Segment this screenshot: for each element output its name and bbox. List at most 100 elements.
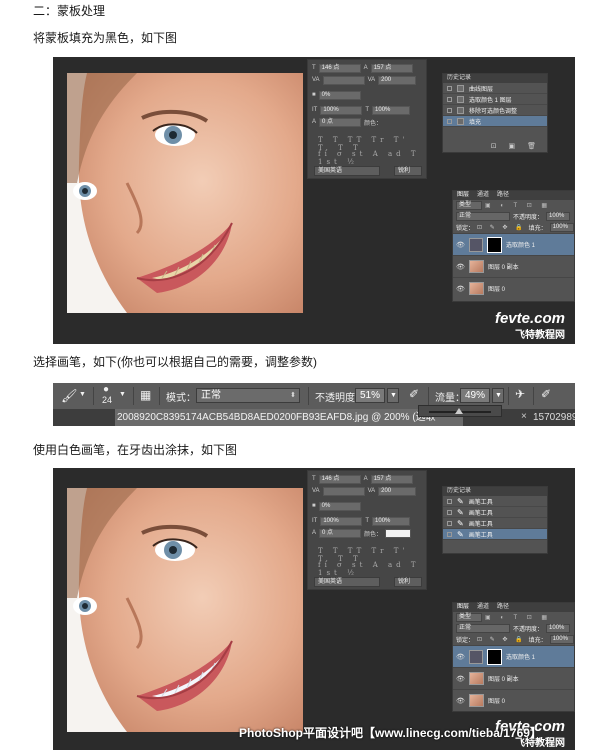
blend-mode-select[interactable]: 正常 [456, 212, 510, 221]
brush-preview-icon[interactable]: ● [103, 384, 109, 395]
tracking-field[interactable]: 200 [378, 75, 417, 85]
tracking-label: VA [312, 77, 320, 83]
hscale-icon: T [365, 518, 370, 524]
baseline-field[interactable]: 0% [318, 90, 361, 100]
eye-icon[interactable]: 👁 [456, 285, 465, 293]
history-item[interactable]: 曲线图层 [443, 83, 547, 94]
airbrush-icon[interactable]: ✈ [515, 387, 525, 401]
lock-icons[interactable]: ⊡ ✎ ✥ 🔒 [477, 224, 526, 231]
brush-tool-icon[interactable]: 🖌 [61, 388, 78, 404]
antialias-select[interactable]: 锐利 [394, 166, 422, 176]
flow-slider-popup[interactable] [418, 405, 502, 417]
close-icon[interactable]: × [521, 411, 527, 422]
filter-icons[interactable]: ▣ ◐ T ⊡ ▦ [485, 614, 551, 621]
language-select[interactable]: 美国英语 [314, 577, 380, 587]
layer-row[interactable]: 👁 图层 0 [453, 689, 574, 711]
leading-icon: A [363, 476, 368, 482]
history-footer-icons[interactable]: ⊡ ▣ 🗑 [491, 142, 541, 150]
history-item[interactable]: ✎ 画笔工具 [443, 496, 547, 507]
layer-icon [457, 95, 464, 103]
mode-select[interactable]: 正常 ⬍ [196, 388, 300, 403]
eye-icon[interactable]: 👁 [456, 263, 465, 271]
hscale-field[interactable]: 100% [372, 105, 411, 115]
baseline-icon: ■ [312, 503, 316, 509]
opacity-field[interactable]: 51% [355, 388, 385, 403]
layer-row[interactable]: 👁 图层 0 副本 [453, 255, 574, 277]
history-tab[interactable]: 历史记录 [443, 487, 547, 496]
vscale-field[interactable]: 100% [320, 105, 363, 115]
layer-row[interactable]: 👁 选取颜色 1 [453, 645, 574, 667]
layer-row[interactable]: 👁 图层 0 副本 [453, 667, 574, 689]
pressure-size-icon[interactable]: ✐ [541, 387, 551, 401]
font-size-field[interactable]: 146 点 [318, 474, 361, 484]
eye-icon[interactable]: 👁 [456, 241, 465, 249]
eye-icon[interactable]: 👁 [456, 697, 465, 705]
blend-mode-select[interactable]: 正常 [456, 624, 510, 633]
pressure-opacity-icon[interactable]: ✐ [409, 387, 419, 401]
layers-tabs[interactable]: 图层 通道 路径 [453, 191, 574, 200]
opacity-slider-button[interactable]: ▼ [387, 388, 399, 403]
layers-tabs[interactable]: 图层 通道 路径 [453, 603, 574, 612]
leading-icon: A [363, 65, 368, 71]
font-size-field[interactable]: 146 点 [318, 63, 361, 73]
brush-icon: ✎ [457, 518, 464, 528]
kerning-field[interactable] [322, 486, 365, 496]
brush-picker-caret-icon[interactable]: ▼ [119, 391, 126, 398]
lock-icons[interactable]: ⊡ ✎ ✥ 🔒 [477, 636, 526, 643]
history-item-selected[interactable]: 填充 [443, 116, 547, 127]
eye-icon[interactable]: 👁 [456, 675, 465, 683]
history-item[interactable]: ✎ 画笔工具 [443, 507, 547, 518]
language-select[interactable]: 美国英语 [314, 166, 380, 176]
tool-preset-caret-icon[interactable]: ▼ [79, 391, 86, 398]
brush-size-label[interactable]: 24 [102, 395, 112, 405]
history-tab[interactable]: 历史记录 [443, 74, 547, 83]
history-item[interactable]: 选取颜色 1 图层 [443, 94, 547, 105]
kind-filter-select[interactable]: 类型 [456, 613, 482, 622]
baseline-field[interactable]: 0% [318, 501, 361, 511]
filter-icons[interactable]: ▣ ◐ T ⊡ ▦ [485, 202, 551, 209]
opentype-buttons[interactable]: fi σ st A ad T 1st ½ [318, 150, 426, 166]
mask-thumb[interactable] [487, 236, 502, 253]
layer-row[interactable]: 👁 图层 0 [453, 277, 574, 299]
fill-field[interactable]: 100% [549, 223, 574, 232]
color-swatch[interactable] [385, 528, 412, 538]
leading-field[interactable]: 157 点 [370, 474, 413, 484]
shift-field[interactable]: 0 点 [319, 528, 362, 538]
brush-icon: ✎ [457, 529, 464, 539]
vscale-field[interactable]: 100% [320, 516, 363, 526]
flow-slider-button[interactable]: ▼ [492, 388, 504, 403]
lock-label: 锁定： [456, 226, 475, 232]
tracking-field[interactable]: 200 [378, 486, 417, 496]
opacity-field[interactable]: 100% [546, 624, 571, 633]
kind-filter-select[interactable]: 类型 [456, 201, 482, 210]
select-caret-icon: ⬍ [290, 392, 296, 399]
flow-field[interactable]: 49% [460, 388, 490, 403]
history-item[interactable]: 移除可选颜色调整 [443, 105, 547, 116]
shift-field[interactable]: 0 点 [319, 117, 362, 127]
history-item[interactable]: ✎ 画笔工具 [443, 518, 547, 529]
history-item-selected[interactable]: ✎ 画笔工具 [443, 529, 547, 540]
fill-field[interactable]: 100% [549, 635, 574, 644]
step3-text: 使用白色画笔，在牙齿出涂抹，如下图 [33, 443, 238, 457]
mask-thumb[interactable] [487, 648, 502, 665]
eye-icon[interactable]: 👁 [456, 653, 465, 661]
opentype-buttons[interactable]: fi σ st A ad T 1st ½ [318, 561, 426, 577]
leading-field[interactable]: 157 点 [370, 63, 413, 73]
document-tab-active[interactable]: 2008920C8395174ACB54BD8AED0200FB93EAFD8.… [115, 409, 463, 426]
color-label: 颜色： [364, 531, 383, 538]
tab-paths: 路径 [497, 192, 510, 198]
layer-thumb [469, 672, 484, 685]
layers-panel: 图层 通道 路径 类型 ▣ ◐ T ⊡ ▦ 正常 不透明度： 100% 锁定： … [452, 190, 575, 302]
layer-thumb [469, 260, 484, 273]
tab-layers: 图层 [457, 192, 470, 198]
slider-knob[interactable] [455, 408, 464, 414]
opacity-field[interactable]: 100% [546, 212, 571, 221]
layer-row[interactable]: 👁 选取颜色 1 [453, 233, 574, 255]
brush-panel-icon[interactable]: ▦ [140, 388, 151, 402]
antialias-select[interactable]: 锐利 [394, 577, 422, 587]
brush-icon: ✎ [457, 496, 464, 506]
hscale-field[interactable]: 100% [372, 516, 411, 526]
document-tab[interactable]: 15702989 [533, 409, 575, 426]
lock-label: 锁定： [456, 638, 475, 644]
kerning-field[interactable] [322, 75, 365, 85]
